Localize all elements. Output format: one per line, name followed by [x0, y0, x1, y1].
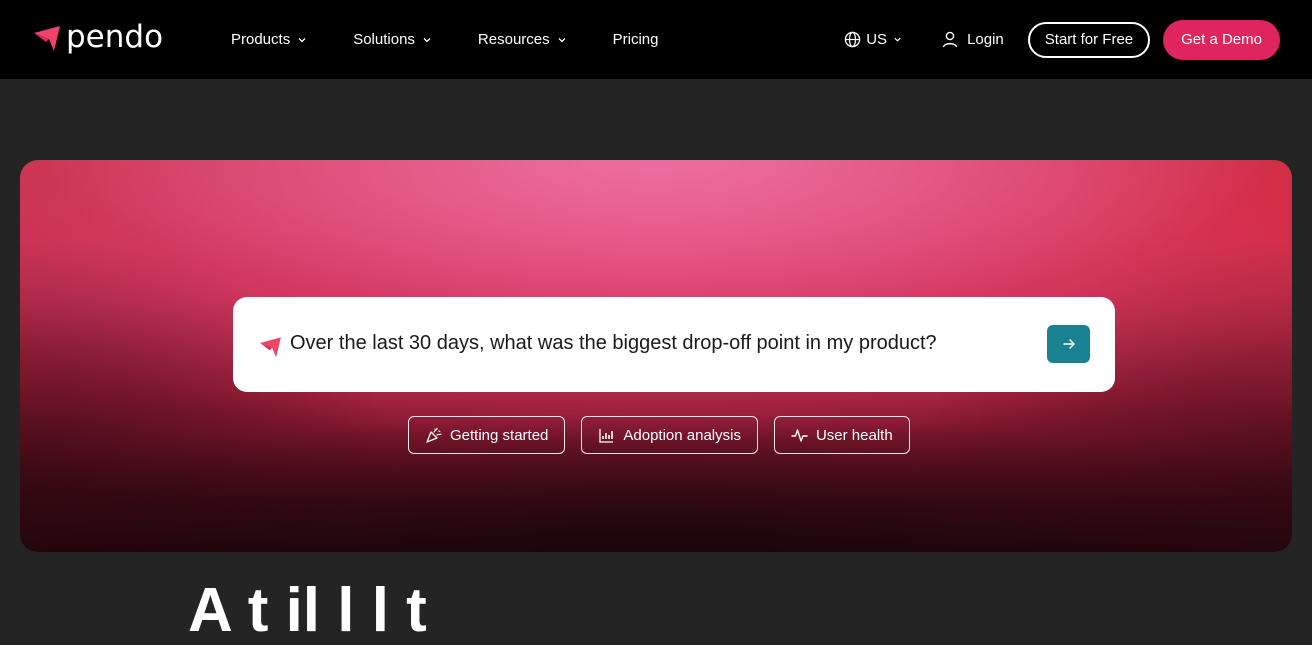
nav-products[interactable]: Products: [231, 31, 307, 48]
globe-icon: [844, 31, 861, 48]
main-nav: Products Solutions Resources Pricing: [231, 0, 704, 79]
nav-resources[interactable]: Resources: [478, 31, 567, 48]
nav-products-label: Products: [231, 31, 291, 48]
locale-label: US: [866, 31, 888, 48]
section-headline: A t il l l t: [188, 576, 427, 645]
pulse-icon: [791, 427, 808, 444]
chip-label: Getting started: [450, 426, 549, 444]
nav-resources-label: Resources: [477, 31, 550, 48]
send-button[interactable]: [1047, 325, 1090, 363]
header-actions: US Login Start for Free Get a Demo: [844, 0, 1280, 79]
login-label: Login: [967, 31, 1004, 48]
chip-label: Adoption analysis: [623, 426, 741, 444]
user-icon: [942, 31, 958, 48]
nav-solutions[interactable]: Solutions: [353, 31, 432, 48]
search-query-text[interactable]: Over the last 30 days, what was the bigg…: [290, 332, 937, 355]
chip-label: User health: [815, 426, 893, 444]
pendo-logo[interactable]: pendo: [32, 22, 163, 53]
locale-selector[interactable]: US: [844, 31, 902, 48]
chevron-down-icon: [894, 37, 901, 42]
chevron-down-icon: [558, 37, 566, 42]
hero-banner: Over the last 30 days, what was the bigg…: [20, 160, 1292, 552]
chevron-down-icon: [298, 37, 306, 42]
chip-getting-started[interactable]: Getting started: [408, 416, 566, 454]
nav-pricing-label: Pricing: [612, 31, 659, 48]
get-a-demo-button[interactable]: Get a Demo: [1163, 19, 1280, 60]
start-for-free-button[interactable]: Start for Free: [1027, 21, 1151, 58]
ai-search-box[interactable]: Over the last 30 days, what was the bigg…: [233, 297, 1115, 392]
top-navigation-bar: pendo Products Solutions Resources Prici…: [0, 0, 1312, 79]
arrow-right-icon: [1062, 339, 1075, 349]
pendo-mark-icon: [34, 25, 60, 51]
chart-icon: [598, 427, 615, 444]
login-link[interactable]: Login: [942, 31, 1004, 48]
pendo-mark-icon: [260, 337, 281, 358]
nav-solutions-label: Solutions: [353, 31, 415, 48]
nav-pricing[interactable]: Pricing: [613, 31, 659, 48]
suggestion-chips: Getting started Adoption analysis User h…: [408, 416, 926, 454]
chip-adoption-analysis[interactable]: Adoption analysis: [581, 416, 758, 454]
chevron-down-icon: [423, 37, 431, 42]
chip-user-health[interactable]: User health: [773, 416, 910, 454]
logo-wordmark: pendo: [66, 19, 164, 55]
party-popper-icon: [425, 427, 442, 444]
